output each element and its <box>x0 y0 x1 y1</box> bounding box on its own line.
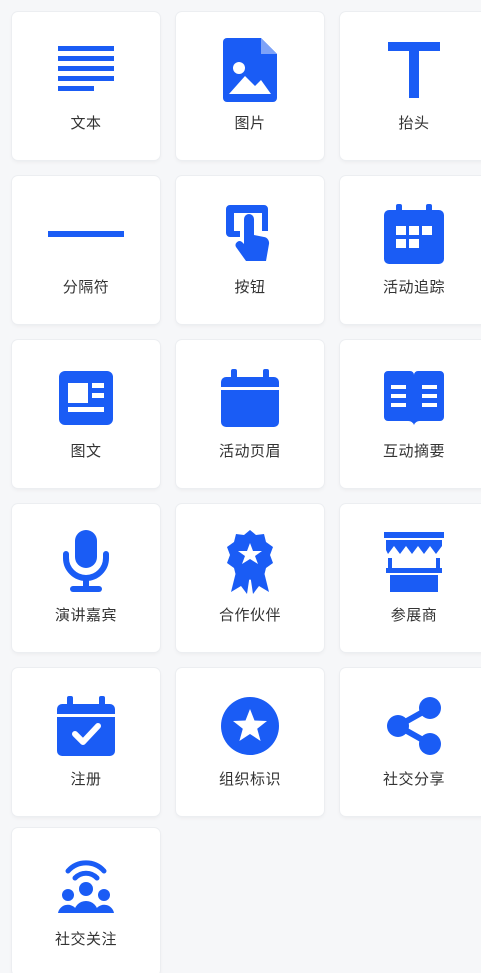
tile-interactive-summary[interactable]: 互动摘要 <box>340 340 481 488</box>
tile-label: 文本 <box>70 114 102 132</box>
tile-social-follow[interactable]: 社交关注 <box>12 828 160 973</box>
tile-label: 演讲嘉宾 <box>54 606 117 624</box>
tile-label: 参展商 <box>390 606 438 624</box>
button-tap-icon <box>176 202 324 266</box>
microphone-icon <box>12 530 160 594</box>
tile-label: 注册 <box>70 770 102 788</box>
book-icon <box>340 366 481 430</box>
tile-org-logo[interactable]: 组织标识 <box>176 668 324 816</box>
tile-label: 分隔符 <box>62 278 110 296</box>
tile-label: 按钮 <box>234 278 266 296</box>
tile-label: 组织标识 <box>218 770 281 788</box>
tile-label: 图片 <box>234 114 266 132</box>
tile-title[interactable]: 抬头 <box>340 12 481 160</box>
image-icon <box>176 38 324 102</box>
tile-image-text[interactable]: 图文 <box>12 340 160 488</box>
title-icon <box>340 38 481 102</box>
image-text-icon <box>12 366 160 430</box>
tile-label: 合作伙伴 <box>218 606 281 624</box>
tile-partners[interactable]: 合作伙伴 <box>176 504 324 652</box>
tile-social-share[interactable]: 社交分享 <box>340 668 481 816</box>
star-badge-icon <box>176 694 324 758</box>
calendar-check-icon <box>12 694 160 758</box>
calendar-grid-icon <box>340 202 481 266</box>
tile-exhibitors[interactable]: 参展商 <box>340 504 481 652</box>
award-icon <box>176 530 324 594</box>
share-icon <box>340 694 481 758</box>
tile-button[interactable]: 按钮 <box>176 176 324 324</box>
tile-label: 抬头 <box>398 114 430 132</box>
follow-icon <box>12 854 160 918</box>
tile-speakers[interactable]: 演讲嘉宾 <box>12 504 160 652</box>
tile-label: 社交关注 <box>54 930 117 948</box>
component-grid: 文本 图片 抬头 分隔符 按钮 活动追踪 图文 活动页眉 互动摘要 演讲嘉宾 合… <box>0 0 481 973</box>
tile-image[interactable]: 图片 <box>176 12 324 160</box>
tile-label: 互动摘要 <box>382 442 445 460</box>
tile-registration[interactable]: 注册 <box>12 668 160 816</box>
calendar-header-icon <box>176 366 324 430</box>
divider-icon <box>12 202 160 266</box>
text-icon <box>12 38 160 102</box>
tile-event-header[interactable]: 活动页眉 <box>176 340 324 488</box>
tile-divider[interactable]: 分隔符 <box>12 176 160 324</box>
tile-label: 社交分享 <box>382 770 445 788</box>
tile-activity-tracking[interactable]: 活动追踪 <box>340 176 481 324</box>
tile-text[interactable]: 文本 <box>12 12 160 160</box>
tile-label: 活动页眉 <box>218 442 281 460</box>
tile-label: 图文 <box>70 442 102 460</box>
tile-label: 活动追踪 <box>382 278 445 296</box>
booth-icon <box>340 530 481 594</box>
